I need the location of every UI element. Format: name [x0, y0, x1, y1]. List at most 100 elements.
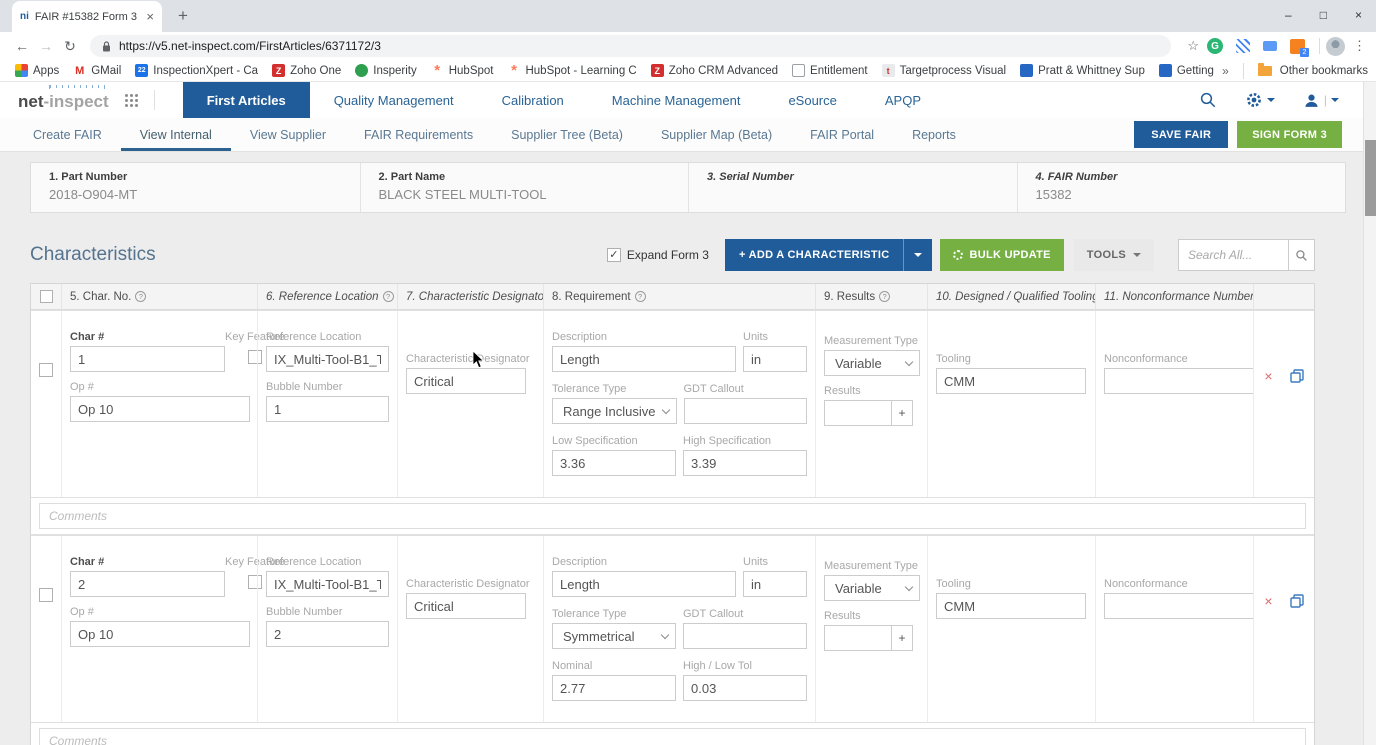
bookmark-item[interactable]: Pratt & Whittney Sup — [1013, 62, 1152, 79]
bookmark-item[interactable]: *HubSpot — [424, 62, 501, 79]
units-input[interactable] — [743, 346, 807, 372]
comments-input[interactable] — [39, 503, 1306, 529]
tab-fair-requirements[interactable]: FAIR Requirements — [345, 118, 492, 151]
results-input[interactable] — [824, 625, 892, 651]
delete-row-icon[interactable]: × — [1264, 369, 1272, 383]
tolerance-type-select[interactable]: Range Inclusive — [552, 398, 677, 424]
row-select-checkbox[interactable] — [39, 363, 53, 377]
tab-supplier-map[interactable]: Supplier Map (Beta) — [642, 118, 791, 151]
nav-esource[interactable]: eSource — [764, 82, 860, 118]
expand-form3-toggle[interactable]: ✓ Expand Form 3 — [607, 248, 709, 262]
measurement-type-select[interactable]: Variable — [824, 575, 920, 601]
tab-supplier-tree[interactable]: Supplier Tree (Beta) — [492, 118, 642, 151]
description-input[interactable] — [552, 571, 736, 597]
tab-close-icon[interactable]: × — [146, 10, 154, 23]
nonconformance-input[interactable] — [1104, 593, 1254, 619]
gdt-callout-input[interactable] — [683, 623, 807, 649]
sign-form3-button[interactable]: SIGN FORM 3 — [1237, 121, 1342, 148]
char-number-input[interactable] — [70, 571, 225, 597]
tab-reports[interactable]: Reports — [893, 118, 975, 151]
new-tab-button[interactable]: + — [178, 6, 188, 26]
chat-extension-icon[interactable] — [1263, 41, 1277, 51]
tooling-input[interactable] — [936, 593, 1086, 619]
back-icon[interactable]: ← — [10, 38, 34, 54]
extension-icon[interactable] — [1236, 39, 1250, 53]
bookmark-item[interactable]: ZZoho CRM Advanced — [644, 62, 785, 79]
spec-high-input[interactable] — [683, 450, 807, 476]
address-bar[interactable]: https://v5.net-inspect.com/FirstArticles… — [90, 35, 1171, 57]
nav-quality-management[interactable]: Quality Management — [310, 82, 478, 118]
spec-low-input[interactable] — [552, 675, 676, 701]
comments-input[interactable] — [39, 728, 1306, 745]
app-menu-grid-icon[interactable] — [125, 94, 128, 97]
refresh-icon[interactable]: ↻ — [58, 38, 82, 55]
spec-low-input[interactable] — [552, 450, 676, 476]
scrollbar-thumb[interactable] — [1365, 140, 1376, 216]
bookmark-item[interactable]: ZZoho One — [265, 62, 348, 79]
expand-form3-checkbox[interactable]: ✓ — [607, 248, 621, 262]
bookmark-item[interactable]: Apps — [8, 62, 66, 79]
characteristic-designator-input[interactable] — [406, 593, 526, 619]
description-input[interactable] — [552, 346, 736, 372]
bookmarks-overflow-icon[interactable]: » — [1222, 64, 1229, 78]
grammarly-extension-icon[interactable]: G — [1207, 38, 1223, 54]
tab-view-internal[interactable]: View Internal — [121, 118, 231, 151]
window-maximize-icon[interactable]: □ — [1320, 8, 1327, 22]
page-scrollbar[interactable] — [1363, 82, 1376, 745]
op-number-input[interactable] — [70, 621, 250, 647]
search-button[interactable] — [1288, 239, 1315, 271]
reference-location-input[interactable] — [266, 346, 389, 372]
gdt-callout-input[interactable] — [684, 398, 808, 424]
tolerance-type-select[interactable]: Symmetrical — [552, 623, 676, 649]
add-characteristic-button[interactable]: + ADD A CHARACTERISTIC — [725, 239, 933, 271]
copy-row-icon[interactable] — [1290, 594, 1304, 608]
other-bookmarks-label[interactable]: Other bookmarks — [1280, 65, 1368, 77]
bookmark-item[interactable]: Getting Started With — [1152, 62, 1216, 79]
bookmark-item[interactable]: Insperity — [348, 62, 423, 79]
tab-view-supplier[interactable]: View Supplier — [231, 118, 345, 151]
row-select-checkbox[interactable] — [39, 588, 53, 602]
measurement-type-select[interactable]: Variable — [824, 350, 920, 376]
spec-high-input[interactable] — [683, 675, 807, 701]
profile-avatar[interactable] — [1326, 37, 1345, 56]
bulk-update-button[interactable]: BULK UPDATE — [940, 239, 1063, 271]
app-logo[interactable]: net -inspect — [18, 82, 109, 118]
bookmark-item[interactable]: MGMail — [66, 62, 128, 79]
select-all-checkbox[interactable] — [40, 290, 53, 303]
delete-row-icon[interactable]: × — [1264, 594, 1272, 608]
forward-icon[interactable]: → — [34, 38, 58, 54]
tooling-input[interactable] — [936, 368, 1086, 394]
add-result-button[interactable]: + — [892, 625, 913, 651]
search-icon[interactable] — [1190, 91, 1226, 109]
browser-tab[interactable]: ni FAIR #15382 Form 3 × — [12, 1, 162, 32]
results-input[interactable] — [824, 400, 892, 426]
characteristic-designator-input[interactable] — [406, 368, 526, 394]
tools-button[interactable]: TOOLS — [1074, 239, 1154, 271]
units-input[interactable] — [743, 571, 807, 597]
add-result-button[interactable]: + — [892, 400, 913, 426]
browser-menu-icon[interactable]: ⋮ — [1353, 38, 1366, 54]
bubble-number-input[interactable] — [266, 621, 389, 647]
nav-machine-management[interactable]: Machine Management — [588, 82, 765, 118]
add-characteristic-dropdown[interactable] — [903, 239, 932, 271]
bubble-number-input[interactable] — [266, 396, 389, 422]
bookmark-item[interactable]: tTargetprocess Visual — [875, 62, 1014, 79]
op-number-input[interactable] — [70, 396, 250, 422]
reference-location-input[interactable] — [266, 571, 389, 597]
bookmark-item[interactable]: Entitlement — [785, 62, 875, 79]
bookmark-item[interactable]: 22InspectionXpert - Ca — [128, 62, 265, 79]
account-icon[interactable]: | — [1294, 92, 1348, 109]
save-fair-button[interactable]: SAVE FAIR — [1134, 121, 1228, 148]
window-minimize-icon[interactable]: – — [1285, 8, 1292, 22]
extension-badge-icon[interactable]: 2 — [1290, 39, 1305, 54]
nav-apqp[interactable]: APQP — [861, 82, 945, 118]
nav-calibration[interactable]: Calibration — [478, 82, 588, 118]
window-close-icon[interactable]: × — [1355, 8, 1362, 22]
char-number-input[interactable] — [70, 346, 225, 372]
bookmark-star-icon[interactable]: ☆ — [1187, 38, 1199, 54]
copy-row-icon[interactable] — [1290, 369, 1304, 383]
search-input[interactable] — [1178, 239, 1288, 271]
settings-gear-icon[interactable] — [1236, 91, 1284, 109]
nonconformance-input[interactable] — [1104, 368, 1254, 394]
tab-fair-portal[interactable]: FAIR Portal — [791, 118, 893, 151]
